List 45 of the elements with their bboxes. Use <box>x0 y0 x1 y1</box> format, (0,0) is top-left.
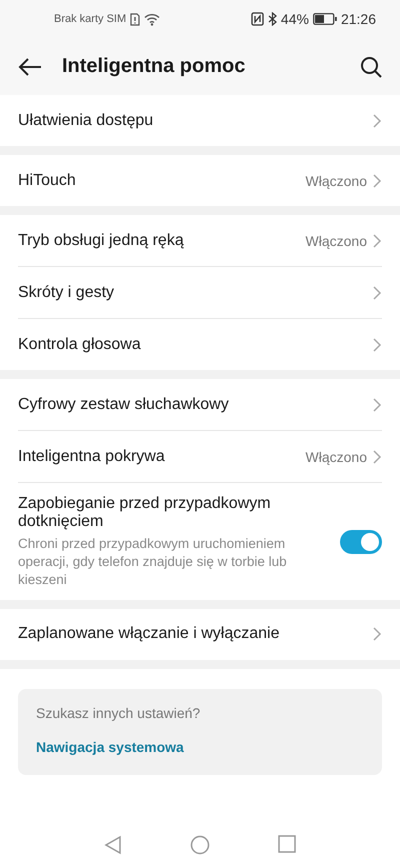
suggestion-question: Szukasz innych ustawień? <box>36 704 202 721</box>
row-label: Zapobieganie przed przypadkowym dotknięciem <box>18 495 272 531</box>
back-button[interactable] <box>18 56 42 76</box>
search-button[interactable] <box>360 56 382 78</box>
settings-row[interactable]: Inteligentna pokrywa Włączono <box>18 430 382 482</box>
page-title: Inteligentna pomoc <box>62 55 246 78</box>
chevron-icon <box>373 174 382 188</box>
row-label: Tryb obsługi jedną ręką <box>18 232 185 250</box>
chevron-icon <box>373 450 382 464</box>
recents-nav-button[interactable] <box>278 835 296 855</box>
bluetooth-icon <box>268 12 277 26</box>
row-label: Ułatwienia dostępu <box>18 112 154 130</box>
chevron-icon <box>373 234 382 248</box>
suggestion-link[interactable]: Nawigacja systemowa <box>36 738 184 755</box>
chevron-icon <box>373 398 382 412</box>
row-label: Cyfrowy zestaw słuchawkowy <box>18 396 230 414</box>
row-value: Włączono <box>306 172 367 188</box>
battery-percent: 44% <box>280 11 309 27</box>
home-nav-button[interactable] <box>190 835 210 855</box>
toggle-switch[interactable] <box>340 530 382 554</box>
chevron-icon <box>373 286 382 300</box>
chevron-icon <box>373 114 382 128</box>
settings-row[interactable]: Zaplanowane włączanie i wyłączanie <box>18 608 382 660</box>
row-label: Zaplanowane włączanie i wyłączanie <box>18 625 280 644</box>
sim-alert-icon <box>130 12 140 26</box>
row-value: Włączono <box>306 232 367 248</box>
row-value: Włączono <box>306 448 367 464</box>
row-description: Chroni przed przypadkowym uruchomieniem operacji, gdy telefon znajduje się w torbie lub kieszeni <box>18 535 288 590</box>
chevron-icon <box>373 338 382 352</box>
nfc-icon <box>250 12 264 26</box>
settings-row[interactable]: Cyfrowy zestaw słuchawkowy <box>18 379 382 430</box>
row-label: HiTouch <box>18 172 77 190</box>
settings-row[interactable]: Ułatwienia dostępu <box>18 95 382 146</box>
battery-icon <box>312 13 337 25</box>
settings-row[interactable]: Skróty i gesty <box>18 266 382 318</box>
row-label: Inteligentna pokrywa <box>18 448 166 466</box>
settings-row[interactable]: Tryb obsługi jedną ręką Włączono <box>18 215 382 266</box>
wifi-icon <box>144 12 160 26</box>
row-label: Skróty i gesty <box>18 284 116 302</box>
carrier-text: Brak karty SIM <box>54 13 126 25</box>
back-nav-button[interactable] <box>104 835 122 855</box>
clock-time: 21:26 <box>340 11 376 27</box>
chevron-icon <box>373 627 382 642</box>
row-label: Kontrola głosowa <box>18 336 142 354</box>
settings-row[interactable]: HiTouch Włączono <box>18 155 382 206</box>
